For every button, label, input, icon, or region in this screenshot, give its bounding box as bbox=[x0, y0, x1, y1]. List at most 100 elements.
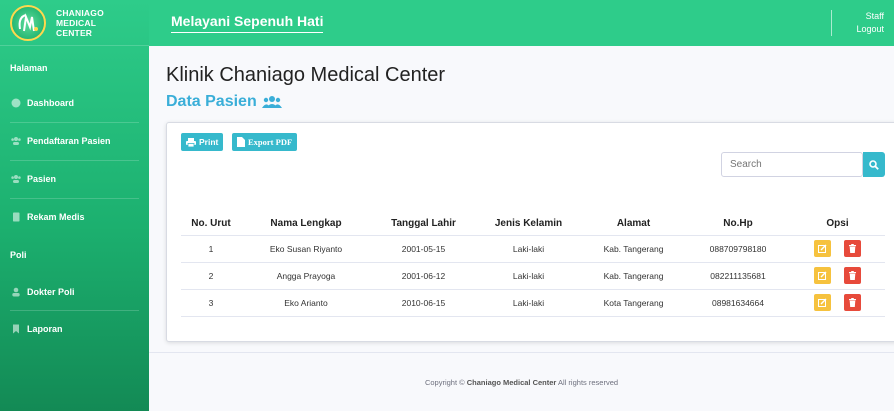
sidebar-item-label: Rekam Medis bbox=[27, 212, 85, 222]
column-header: Opsi bbox=[790, 213, 885, 236]
cell-no-hp: 082211135681 bbox=[686, 262, 790, 290]
sidebar-item-rekam-medis[interactable]: Rekam Medis bbox=[0, 212, 149, 222]
trash-icon bbox=[848, 298, 856, 307]
patient-table: No. Urut Nama Lengkap Tanggal Lahir Jeni… bbox=[181, 213, 885, 317]
file-icon bbox=[237, 137, 245, 147]
cell-no-hp: 088709798180 bbox=[686, 235, 790, 263]
print-button[interactable]: Print bbox=[181, 133, 224, 151]
brand-line-3: CENTER bbox=[56, 27, 93, 38]
sidebar-heading-halaman: Halaman bbox=[10, 63, 48, 73]
sidebar-item-label: Laporan bbox=[27, 324, 63, 334]
cell-nama: Eko Arianto bbox=[241, 289, 371, 317]
cell-jenis-kelamin: Laki-laki bbox=[476, 235, 581, 263]
sidebar-item-label: Dokter Poli bbox=[27, 287, 75, 297]
sidebar-item-pasien[interactable]: Pasien bbox=[0, 174, 149, 184]
brand-line-1: CHANIAGO bbox=[56, 7, 104, 18]
cell-no: 1 bbox=[181, 235, 241, 263]
sidebar-divider bbox=[10, 310, 139, 311]
cell-opsi bbox=[790, 262, 885, 290]
cell-jenis-kelamin: Laki-laki bbox=[476, 289, 581, 317]
section-title-text: Data Pasien bbox=[166, 93, 257, 110]
footer-suffix: All rights reserved bbox=[556, 378, 619, 387]
brand-line-2: MEDICAL bbox=[56, 17, 97, 28]
cell-tanggal-lahir: 2001-05-15 bbox=[371, 235, 476, 263]
footer-divider bbox=[149, 352, 894, 353]
user-icon bbox=[12, 287, 20, 297]
file-icon bbox=[13, 212, 20, 222]
edit-icon bbox=[818, 298, 827, 307]
sidebar-divider bbox=[10, 160, 139, 161]
sidebar-item-dashboard[interactable]: Dashboard bbox=[0, 98, 149, 108]
brand[interactable]: CHANIAGO MEDICAL CENTER bbox=[0, 0, 149, 46]
cell-tanggal-lahir: 2010-06-15 bbox=[371, 289, 476, 317]
trash-icon bbox=[848, 244, 856, 253]
cell-opsi bbox=[790, 289, 885, 317]
section-title: Data Pasien bbox=[166, 93, 282, 111]
column-header: No. Urut bbox=[181, 213, 241, 236]
column-header: Nama Lengkap bbox=[241, 213, 371, 236]
sidebar-item-pendaftaran-pasien[interactable]: Pendaftaran Pasien bbox=[0, 136, 149, 146]
table-row: 1 Eko Susan Riyanto 2001-05-15 Laki-laki… bbox=[181, 235, 885, 263]
column-header: No.Hp bbox=[686, 213, 790, 236]
bookmark-icon bbox=[13, 324, 19, 334]
footer: Copyright © Chaniago Medical Center All … bbox=[149, 378, 894, 387]
logout-link[interactable]: Logout bbox=[856, 23, 884, 36]
sidebar-item-label: Pasien bbox=[27, 174, 57, 184]
column-header: Alamat bbox=[581, 213, 686, 236]
users-icon bbox=[261, 96, 282, 108]
user-name[interactable]: Staff bbox=[856, 10, 884, 23]
cell-alamat: Kab. Tangerang bbox=[581, 235, 686, 263]
sidebar-heading-poli: Poli bbox=[10, 250, 27, 260]
cell-alamat: Kab. Tangerang bbox=[581, 262, 686, 290]
delete-button[interactable] bbox=[843, 240, 861, 257]
delete-button[interactable] bbox=[843, 267, 861, 284]
page-title: Klinik Chaniago Medical Center bbox=[166, 64, 446, 86]
footer-prefix: Copyright © bbox=[424, 378, 467, 387]
sidebar-divider bbox=[10, 198, 139, 199]
search-icon bbox=[869, 159, 879, 170]
cell-opsi bbox=[790, 235, 885, 263]
palette-icon bbox=[11, 98, 21, 108]
cell-no: 3 bbox=[181, 289, 241, 317]
edit-icon bbox=[818, 244, 827, 253]
topbar-divider bbox=[831, 10, 832, 36]
print-label: Print bbox=[199, 137, 219, 147]
table-header-row: No. Urut Nama Lengkap Tanggal Lahir Jeni… bbox=[181, 213, 885, 236]
cell-alamat: Kota Tangerang bbox=[581, 289, 686, 317]
edit-icon bbox=[818, 271, 827, 280]
edit-button[interactable] bbox=[814, 294, 832, 311]
search-input[interactable] bbox=[721, 152, 863, 177]
sidebar: CHANIAGO MEDICAL CENTER Halaman Dashboar… bbox=[0, 0, 149, 411]
sidebar-divider bbox=[10, 122, 139, 123]
edit-button[interactable] bbox=[814, 267, 832, 284]
table-row: 2 Angga Prayoga 2001-06-12 Laki-laki Kab… bbox=[181, 262, 885, 290]
tagline: Melayani Sepenuh Hati bbox=[171, 13, 324, 33]
data-card: Print Export PDF No. Urut Nama Lengkap T… bbox=[166, 122, 894, 342]
export-pdf-button[interactable]: Export PDF bbox=[232, 133, 298, 151]
sidebar-item-label: Pendaftaran Pasien bbox=[27, 136, 111, 146]
users-icon bbox=[11, 175, 21, 183]
cell-nama: Angga Prayoga bbox=[241, 262, 371, 290]
cell-nama: Eko Susan Riyanto bbox=[241, 235, 371, 263]
export-label: Export PDF bbox=[248, 137, 293, 147]
logo-icon bbox=[10, 4, 46, 41]
cell-no-hp: 08981634664 bbox=[686, 289, 790, 317]
search-button[interactable] bbox=[863, 152, 885, 177]
topbar: Melayani Sepenuh Hati Staff Logout bbox=[149, 0, 894, 46]
cell-tanggal-lahir: 2001-06-12 bbox=[371, 262, 476, 290]
footer-brand: Chaniago Medical Center bbox=[466, 378, 557, 387]
edit-button[interactable] bbox=[814, 240, 832, 257]
cell-jenis-kelamin: Laki-laki bbox=[476, 262, 581, 290]
delete-button[interactable] bbox=[843, 294, 861, 311]
sidebar-item-label: Dashboard bbox=[27, 98, 75, 108]
column-header: Tanggal Lahir bbox=[371, 213, 476, 236]
users-icon bbox=[11, 137, 21, 145]
printer-icon bbox=[186, 137, 196, 147]
trash-icon bbox=[848, 271, 856, 280]
user-menu[interactable]: Staff Logout bbox=[856, 10, 884, 36]
table-row: 3 Eko Arianto 2010-06-15 Laki-laki Kota … bbox=[181, 289, 885, 317]
cell-no: 2 bbox=[181, 262, 241, 290]
brand-name: CHANIAGO MEDICAL CENTER bbox=[56, 8, 104, 38]
sidebar-item-laporan[interactable]: Laporan bbox=[0, 324, 149, 334]
sidebar-item-dokter-poli[interactable]: Dokter Poli bbox=[0, 287, 149, 297]
